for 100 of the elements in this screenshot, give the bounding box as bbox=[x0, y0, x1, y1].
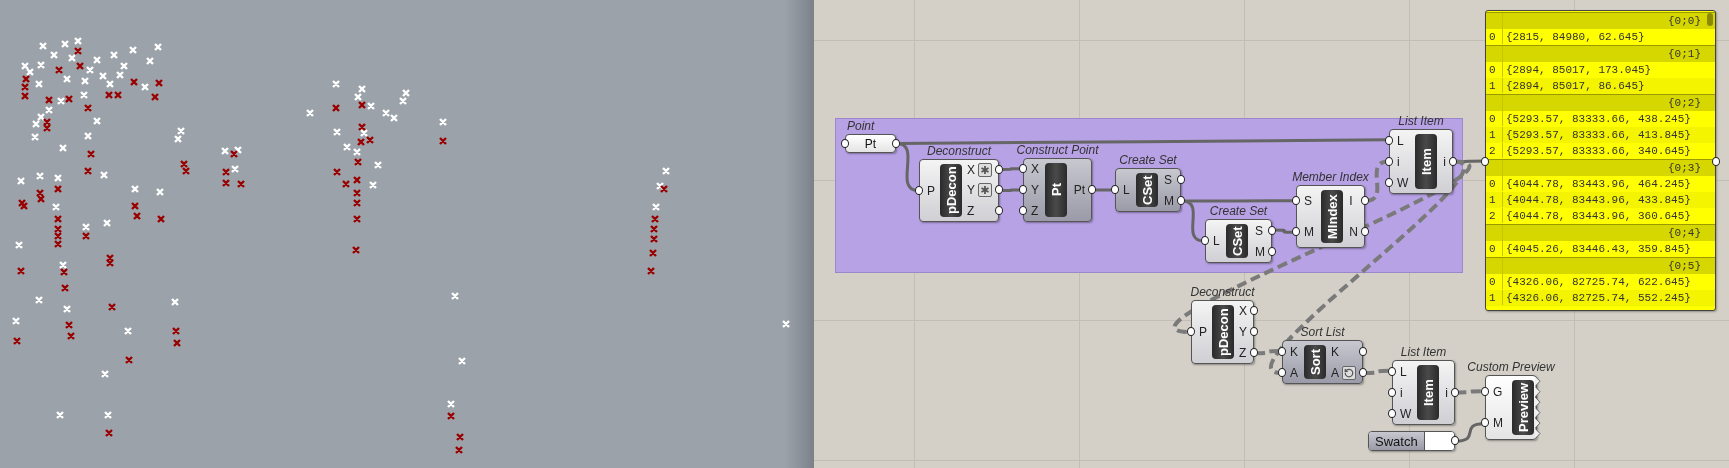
port-label: M bbox=[1493, 416, 1503, 431]
item-value: {5293.57, 83333.66, 340.645} bbox=[1505, 144, 1691, 157]
output-port[interactable] bbox=[1088, 185, 1096, 194]
component-label: List Item bbox=[1400, 345, 1447, 359]
branch-path: {0;4} bbox=[1668, 227, 1701, 239]
component-label: Deconstruct bbox=[1190, 285, 1255, 299]
port-label: L bbox=[1213, 234, 1220, 248]
item-index: 0 bbox=[1486, 176, 1503, 191]
component-nickname: pDecon bbox=[940, 164, 962, 217]
branch-path: {0;0} bbox=[1668, 15, 1701, 27]
port-label: A bbox=[1290, 365, 1298, 380]
input-port[interactable] bbox=[1201, 236, 1209, 245]
output-port[interactable] bbox=[1250, 327, 1259, 336]
port-label: Z bbox=[1031, 203, 1039, 218]
branch-path: {0;1} bbox=[1668, 48, 1701, 60]
output-port[interactable] bbox=[1250, 347, 1259, 357]
input-port[interactable] bbox=[1481, 418, 1489, 428]
item-value: {5293.57, 83333.66, 438.245} bbox=[1505, 112, 1691, 125]
input-port[interactable] bbox=[1111, 185, 1119, 194]
input-port[interactable] bbox=[1388, 408, 1396, 418]
port-label: W bbox=[1400, 406, 1412, 421]
output-port[interactable] bbox=[892, 138, 900, 148]
port-label: M bbox=[1164, 193, 1174, 208]
output-port[interactable] bbox=[1359, 367, 1367, 377]
port-label: K bbox=[1331, 344, 1339, 359]
input-port[interactable] bbox=[1388, 387, 1396, 397]
item-value: {4326.06, 82725.74, 622.645} bbox=[1505, 275, 1691, 288]
output-port[interactable] bbox=[1268, 225, 1276, 235]
output-port[interactable] bbox=[1250, 306, 1259, 316]
port-label: L bbox=[1397, 133, 1404, 148]
output-port[interactable] bbox=[1268, 246, 1276, 256]
scrollbar-thumb[interactable] bbox=[1707, 13, 1713, 26]
output-port[interactable] bbox=[1361, 226, 1369, 236]
item-value: {5293.57, 83333.66, 413.845} bbox=[1505, 128, 1691, 141]
port-label: K bbox=[1290, 344, 1298, 359]
wire bbox=[1093, 188, 1114, 192]
item-value: {4326.06, 82725.74, 552.245} bbox=[1505, 291, 1691, 304]
item-value: {4044.78, 83443.96, 433.845} bbox=[1505, 193, 1691, 206]
item-value: {4044.78, 83443.96, 360.645} bbox=[1505, 209, 1691, 222]
input-port[interactable] bbox=[1019, 164, 1027, 174]
item-value: {4045.26, 83446.43, 359.845} bbox=[1505, 242, 1691, 255]
input-port[interactable] bbox=[1019, 205, 1027, 215]
port-label: Z bbox=[967, 203, 975, 218]
component-nickname: CSet bbox=[1226, 224, 1249, 258]
port-label: S bbox=[1304, 194, 1312, 209]
port-label: X bbox=[1031, 162, 1039, 177]
item-index: 1 bbox=[1486, 192, 1503, 207]
component-nickname: Item bbox=[1417, 365, 1440, 420]
component-label: Point bbox=[847, 119, 875, 133]
port-label: Z bbox=[1239, 345, 1247, 360]
port-label: P bbox=[927, 183, 935, 198]
wire bbox=[1273, 228, 1295, 234]
item-value: {4044.78, 83443.96, 464.245} bbox=[1505, 177, 1691, 190]
component-label: Custom Preview bbox=[1467, 360, 1555, 374]
port-label: I bbox=[1349, 194, 1353, 209]
port-label: X bbox=[1239, 304, 1248, 319]
port-label: i bbox=[1445, 385, 1448, 400]
port-label: M bbox=[1304, 224, 1314, 239]
item-value: {2894, 85017, 86.645} bbox=[1505, 79, 1645, 92]
input-port[interactable] bbox=[1481, 386, 1489, 396]
wire bbox=[1000, 167, 1022, 171]
component-nickname: MIndex bbox=[1320, 190, 1343, 243]
input-port[interactable] bbox=[1292, 226, 1300, 236]
input-port[interactable] bbox=[1388, 366, 1396, 376]
component-label: Deconstruct bbox=[927, 144, 991, 158]
item-index: 2 bbox=[1486, 143, 1503, 158]
item-index: 0 bbox=[1486, 29, 1503, 44]
input-port[interactable] bbox=[1278, 346, 1286, 356]
output-port[interactable] bbox=[1177, 174, 1185, 184]
output-port[interactable] bbox=[1359, 346, 1367, 356]
port-label: Pt bbox=[1073, 183, 1085, 197]
swatch-color[interactable] bbox=[1423, 432, 1454, 450]
item-value: {2894, 85017, 173.045} bbox=[1505, 63, 1652, 76]
param-nickname: Pt bbox=[864, 136, 877, 151]
port-label: Y bbox=[1031, 183, 1039, 197]
port-label: W bbox=[1397, 175, 1409, 190]
item-index: 0 bbox=[1486, 62, 1503, 77]
port-label: i bbox=[1400, 385, 1403, 400]
port-label: i bbox=[1443, 154, 1446, 169]
input-port[interactable] bbox=[1187, 327, 1195, 336]
input-port[interactable] bbox=[1019, 185, 1027, 194]
port-label: X bbox=[967, 163, 976, 178]
input-port[interactable] bbox=[1385, 135, 1393, 145]
item-index: 1 bbox=[1486, 127, 1503, 142]
input-port[interactable] bbox=[1278, 367, 1286, 377]
output-port[interactable] bbox=[1361, 196, 1369, 206]
component-label: Member Index bbox=[1292, 170, 1369, 184]
branch-path: {0;3} bbox=[1668, 162, 1701, 174]
input-port[interactable] bbox=[841, 138, 849, 148]
input-port[interactable] bbox=[1292, 196, 1300, 206]
output-port[interactable] bbox=[1451, 436, 1459, 445]
component-nickname: Item bbox=[1414, 134, 1437, 189]
input-port[interactable] bbox=[1385, 177, 1393, 187]
input-port[interactable] bbox=[915, 185, 923, 195]
output-port[interactable] bbox=[1451, 387, 1459, 397]
output-port[interactable] bbox=[1449, 156, 1457, 166]
output-port[interactable] bbox=[1177, 195, 1185, 205]
branch-path: {0;2} bbox=[1668, 97, 1701, 109]
input-port[interactable] bbox=[1385, 156, 1393, 166]
item-value: {2815, 84980, 62.645} bbox=[1505, 30, 1645, 43]
